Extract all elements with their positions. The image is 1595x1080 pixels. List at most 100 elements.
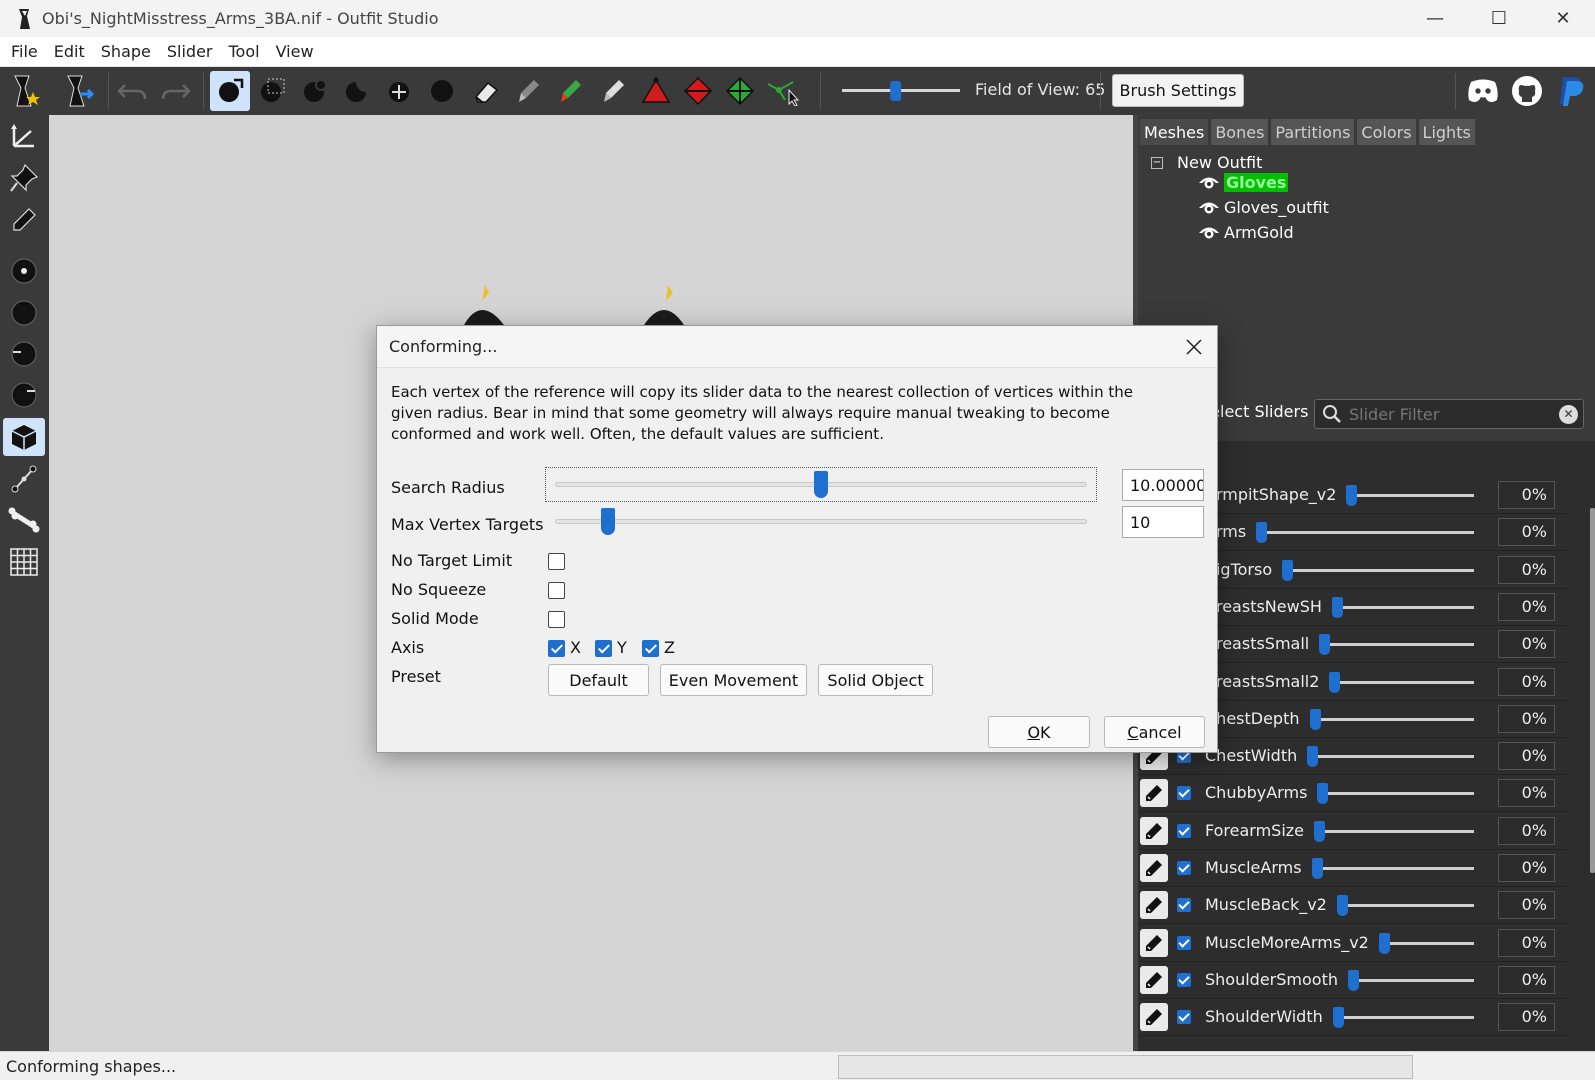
tree-root-new-outfit[interactable]: − New Outfit bbox=[1151, 153, 1262, 172]
slider-track[interactable] bbox=[1282, 568, 1474, 572]
slider-thumb[interactable] bbox=[1314, 820, 1325, 842]
solid-mode-checkbox[interactable] bbox=[548, 611, 565, 628]
menu-shape[interactable]: Shape bbox=[93, 42, 159, 61]
edit-slider-button[interactable] bbox=[1140, 965, 1168, 994]
slider-value-field[interactable]: 0% bbox=[1498, 779, 1555, 808]
pivot-tool-button[interactable] bbox=[3, 159, 45, 197]
slider-track[interactable] bbox=[1346, 494, 1474, 497]
slider-scrollbar[interactable] bbox=[1590, 508, 1595, 873]
slider-filter-box[interactable]: ✕ bbox=[1314, 399, 1584, 429]
fov-slider[interactable] bbox=[842, 81, 960, 101]
edit-slider-button[interactable] bbox=[1140, 816, 1168, 845]
enable-textures-button[interactable] bbox=[3, 376, 45, 414]
slider-thumb[interactable] bbox=[1310, 708, 1321, 730]
slider-value-field[interactable]: 0% bbox=[1498, 965, 1555, 994]
axis-y-checkbox[interactable] bbox=[595, 640, 612, 657]
mesh-item-gloves-outfit[interactable]: Gloves_outfit bbox=[1198, 196, 1329, 218]
slider-track[interactable] bbox=[1312, 867, 1474, 870]
slider-track[interactable] bbox=[1314, 829, 1474, 833]
slider-row[interactable]: ShoulderWidth 0% bbox=[1138, 999, 1568, 1037]
vertex-edit-tool-button[interactable] bbox=[3, 201, 45, 239]
slider-value-field[interactable]: 0% bbox=[1498, 481, 1555, 509]
color-brush-button[interactable] bbox=[550, 71, 590, 111]
menu-tool[interactable]: Tool bbox=[221, 42, 268, 61]
slider-track[interactable] bbox=[1317, 792, 1474, 796]
show-wireframe-button[interactable] bbox=[3, 294, 45, 332]
slider-track[interactable] bbox=[1348, 978, 1474, 982]
enable-lighting-button[interactable] bbox=[3, 335, 45, 373]
select-brush-button[interactable] bbox=[210, 71, 250, 111]
show-vertices-button[interactable] bbox=[3, 252, 45, 290]
new-project-button[interactable] bbox=[5, 71, 45, 111]
max-vertex-targets-input[interactable] bbox=[1122, 506, 1204, 538]
slider-value-field[interactable]: 0% bbox=[1498, 630, 1555, 659]
collapse-vertex-button[interactable] bbox=[636, 71, 676, 111]
slider-track[interactable] bbox=[1319, 643, 1474, 647]
edit-slider-button[interactable] bbox=[1140, 1003, 1168, 1032]
slider-thumb[interactable] bbox=[1256, 522, 1267, 544]
menu-view[interactable]: View bbox=[268, 42, 322, 61]
slider-thumb[interactable] bbox=[1337, 895, 1348, 917]
weight-brush-button[interactable] bbox=[508, 71, 548, 111]
edit-slider-button[interactable] bbox=[1140, 891, 1168, 920]
dialog-close-button[interactable] bbox=[1177, 330, 1211, 364]
slider-track[interactable] bbox=[1379, 941, 1474, 945]
slider-thumb[interactable] bbox=[1329, 671, 1340, 693]
slider-thumb[interactable] bbox=[1333, 1007, 1344, 1029]
no-target-limit-checkbox[interactable] bbox=[548, 553, 565, 570]
inflate-brush-button[interactable] bbox=[295, 71, 335, 111]
tab-bones[interactable]: Bones bbox=[1211, 119, 1269, 145]
slider-visible-checkbox[interactable] bbox=[1177, 898, 1191, 913]
slider-visible-checkbox[interactable] bbox=[1177, 861, 1191, 875]
max-vertex-targets-slider-thumb[interactable] bbox=[601, 508, 616, 535]
slider-value-field[interactable]: 0% bbox=[1498, 891, 1555, 920]
slider-visible-checkbox[interactable] bbox=[1177, 972, 1191, 987]
slider-track[interactable] bbox=[1329, 680, 1474, 684]
slider-visible-checkbox[interactable] bbox=[1177, 935, 1191, 950]
fov-slider-thumb[interactable] bbox=[890, 81, 902, 101]
eye-icon[interactable] bbox=[1198, 224, 1220, 240]
slider-value-field[interactable]: 0% bbox=[1498, 1003, 1555, 1032]
eye-icon[interactable] bbox=[1198, 174, 1220, 190]
show-bones-button[interactable] bbox=[3, 460, 45, 498]
cancel-button[interactable]: Cancel bbox=[1104, 716, 1205, 748]
slider-row[interactable]: ChubbyArms 0% bbox=[1138, 775, 1568, 813]
axis-x-checkbox[interactable] bbox=[548, 640, 565, 657]
slider-value-field[interactable]: 0% bbox=[1498, 555, 1555, 584]
split-edge-button[interactable] bbox=[720, 71, 760, 111]
tab-colors[interactable]: Colors bbox=[1357, 119, 1416, 145]
slider-thumb[interactable] bbox=[1282, 559, 1293, 581]
load-project-button[interactable] bbox=[58, 71, 98, 111]
axis-z-checkbox[interactable] bbox=[642, 640, 659, 657]
slider-thumb[interactable] bbox=[1307, 746, 1318, 768]
mesh-item-gloves[interactable]: Gloves bbox=[1198, 171, 1289, 193]
max-vertex-targets-track[interactable] bbox=[555, 519, 1087, 524]
clear-filter-icon[interactable]: ✕ bbox=[1559, 405, 1578, 424]
slider-thumb[interactable] bbox=[1348, 969, 1359, 991]
slider-visible-checkbox[interactable] bbox=[1177, 1010, 1191, 1025]
edit-slider-button[interactable] bbox=[1140, 779, 1168, 808]
github-button[interactable] bbox=[1507, 71, 1547, 111]
slider-visible-checkbox[interactable] bbox=[1177, 786, 1191, 801]
ok-button[interactable]: OK bbox=[988, 716, 1090, 748]
redo-button[interactable] bbox=[156, 71, 196, 111]
slider-track[interactable] bbox=[1333, 1016, 1474, 1020]
slider-track[interactable] bbox=[1256, 531, 1474, 535]
undiff-brush-button[interactable] bbox=[466, 71, 506, 111]
mesh-item-armgold[interactable]: ArmGold bbox=[1198, 221, 1294, 243]
show-mask-button[interactable] bbox=[3, 418, 45, 456]
edit-slider-button[interactable] bbox=[1140, 928, 1168, 957]
slider-row[interactable]: ShoulderSmooth 0% bbox=[1138, 961, 1568, 999]
undo-button[interactable] bbox=[112, 71, 152, 111]
search-radius-input[interactable] bbox=[1122, 469, 1204, 501]
slider-row[interactable]: MuscleMoreArms_v2 0% bbox=[1138, 924, 1568, 962]
menu-edit[interactable]: Edit bbox=[46, 42, 93, 61]
tab-meshes[interactable]: Meshes bbox=[1140, 119, 1209, 145]
slider-track[interactable] bbox=[1307, 755, 1474, 759]
slider-thumb[interactable] bbox=[1346, 485, 1357, 506]
close-window-button[interactable]: ✕ bbox=[1531, 0, 1595, 37]
slider-value-field[interactable]: 0% bbox=[1498, 592, 1555, 621]
deflate-brush-button[interactable] bbox=[337, 71, 377, 111]
slider-value-field[interactable]: 0% bbox=[1498, 667, 1555, 696]
preset-solid-object-button[interactable]: Solid Object bbox=[818, 664, 933, 696]
